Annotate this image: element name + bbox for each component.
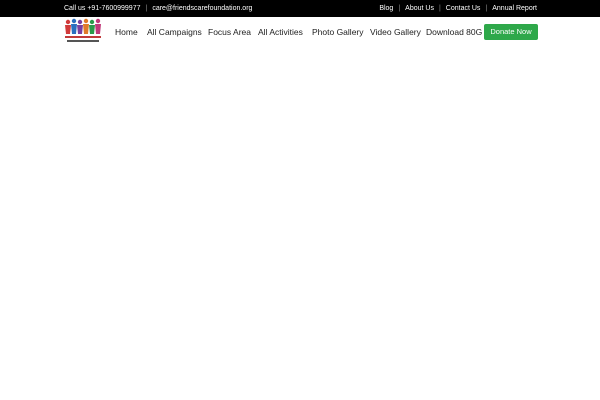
- contact-info: Call us +91-7600999977 | care@friendscaref…: [64, 0, 252, 17]
- separator: |: [438, 5, 441, 12]
- email-link[interactable]: care@friendscarefoundation.org: [152, 5, 252, 12]
- blog-link[interactable]: Blog: [379, 5, 393, 12]
- nav-photo-gallery[interactable]: Photo Gallery: [312, 17, 364, 48]
- nav-all-campaigns[interactable]: All Campaigns: [147, 17, 202, 48]
- top-info-bar: Call us +91-7600999977 | care@friendscaref…: [0, 0, 600, 17]
- phone-link[interactable]: Call us +91-7600999977: [64, 5, 140, 12]
- logo-figures: [65, 18, 101, 34]
- annual-report-link[interactable]: Annual Report: [492, 5, 537, 12]
- logo-icon[interactable]: [64, 18, 102, 46]
- contact-us-link[interactable]: Contact Us: [446, 5, 481, 12]
- top-links: Blog | About Us | Contact Us | Annual Report: [379, 0, 537, 17]
- nav-video-gallery[interactable]: Video Gallery: [370, 17, 421, 48]
- separator: |: [145, 5, 148, 12]
- separator: |: [398, 5, 401, 12]
- main-content-area: [0, 48, 600, 400]
- donate-now-button[interactable]: Donate Now: [484, 24, 538, 40]
- separator: |: [485, 5, 488, 12]
- nav-focus-area[interactable]: Focus Area: [208, 17, 251, 48]
- logo-tagline-bar: [65, 36, 101, 38]
- logo-wordmark-bar: [67, 40, 99, 42]
- nav-download-80g[interactable]: Download 80G: [426, 17, 482, 48]
- main-navbar: Home All Campaigns Focus Area All Activi…: [0, 17, 600, 48]
- nav-home[interactable]: Home: [115, 17, 138, 48]
- about-us-link[interactable]: About Us: [405, 5, 434, 12]
- nav-all-activities[interactable]: All Activities: [258, 17, 303, 48]
